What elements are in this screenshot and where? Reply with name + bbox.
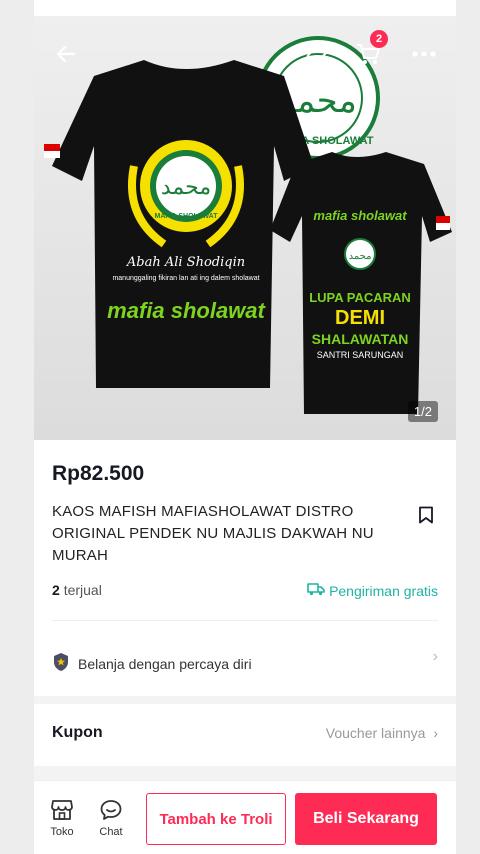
chat-icon <box>99 799 123 824</box>
product-title: KAOS MAFISH MAFIASHOLAWAT DISTRO ORIGINA… <box>52 503 374 564</box>
product-image-carousel[interactable]: محمد MAFIA SHOLAWAT محمد MAFIA SHOLAWAT … <box>34 16 456 440</box>
svg-text:LUPA PACARAN: LUPA PACARAN <box>309 290 411 305</box>
free-shipping-label: Pengiriman gratis <box>329 582 438 599</box>
bookmark-icon[interactable] <box>418 506 434 529</box>
svg-text:mafia sholawat: mafia sholawat <box>313 208 407 223</box>
divider <box>52 620 438 621</box>
shop-button[interactable]: Toko <box>42 799 82 838</box>
chevron-right-icon: › <box>432 648 438 665</box>
coupon-row[interactable]: Kupon Voucher lainnya › <box>34 704 456 766</box>
store-icon <box>50 799 74 824</box>
chat-label: Chat <box>99 826 123 838</box>
sold-count: 2 terjual <box>52 582 102 598</box>
svg-text:محمد: محمد <box>161 175 211 200</box>
svg-text:MAFIA SHOLAWAT: MAFIA SHOLAWAT <box>155 213 219 220</box>
share-icon[interactable] <box>296 40 336 68</box>
add-to-cart-button[interactable]: Tambah ke Troli <box>146 793 286 845</box>
svg-text:DEMI: DEMI <box>335 307 385 329</box>
product-info-card: Rp82.500 KAOS MAFISH MAFIASHOLAWAT DISTR… <box>34 440 456 696</box>
cart-icon[interactable]: 2 <box>348 30 388 68</box>
svg-text:mafia sholawat: mafia sholawat <box>107 298 266 323</box>
cart-count-badge: 2 <box>370 30 388 48</box>
bottom-action-bar: Toko Chat Tambah ke Troli Beli Sekarang <box>34 780 456 854</box>
shop-label: Toko <box>50 826 74 838</box>
shield-icon <box>52 652 70 675</box>
free-shipping-badge: Pengiriman gratis <box>307 582 438 599</box>
back-arrow-icon[interactable] <box>46 40 86 68</box>
sold-number: 2 <box>52 582 60 598</box>
svg-text:SHALAWATAN: SHALAWATAN <box>312 331 409 347</box>
sold-suffix: terjual <box>63 582 102 598</box>
svg-text:SANTRI SARUNGAN: SANTRI SARUNGAN <box>317 350 404 360</box>
chat-button[interactable]: Chat <box>91 799 131 838</box>
product-price: Rp82.500 <box>52 462 145 485</box>
back-tshirt: mafia sholawat محمد LUPA PACARAN DEMI SH… <box>270 152 452 414</box>
coupon-label: Kupon <box>52 724 103 741</box>
voucher-more-label: Voucher lainnya <box>325 725 426 741</box>
image-page-indicator: 1/2 <box>407 401 438 422</box>
truck-icon <box>307 582 325 599</box>
chevron-right-icon: › <box>433 725 438 741</box>
more-options-icon[interactable] <box>404 40 444 68</box>
voucher-more-link[interactable]: Voucher lainnya › <box>326 725 438 741</box>
buy-now-button[interactable]: Beli Sekarang <box>295 793 437 845</box>
trust-row[interactable]: Belanja dengan percaya diri <box>52 652 252 675</box>
product-image: محمد MAFIA SHOLAWAT محمد MAFIA SHOLAWAT … <box>44 36 452 414</box>
status-strip <box>34 0 456 16</box>
svg-text:manunggaling fikiran lan ati i: manunggaling fikiran lan ati ing dalem s… <box>112 275 259 282</box>
svg-text:Abah Ali Shodiqin: Abah Ali Shodiqin <box>126 255 245 270</box>
svg-text:محمد: محمد <box>349 251 372 262</box>
trust-label: Belanja dengan percaya diri <box>78 655 252 672</box>
